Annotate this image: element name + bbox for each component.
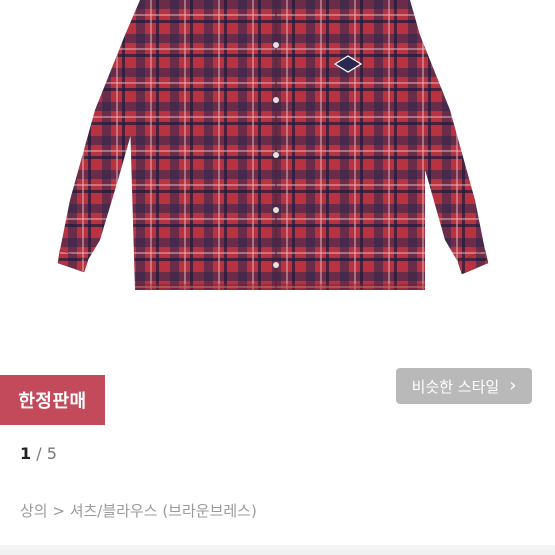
bottom-divider <box>0 545 555 555</box>
similar-style-button[interactable]: 비슷한 스타일 › <box>396 368 532 404</box>
limited-sale-label: 한정판매 <box>18 391 87 412</box>
image-pager: 1 / 5 <box>20 444 57 463</box>
product-image <box>0 0 555 300</box>
chevron-right-icon: › <box>509 375 517 396</box>
category-breadcrumb[interactable]: 상의 > 셔츠/블라우스 (브라운브레스) <box>20 500 257 521</box>
similar-style-label: 비슷한 스타일 <box>411 377 500 396</box>
limited-sale-badge: 한정판매 <box>0 375 105 425</box>
breadcrumb-text: 상의 > 셔츠/블라우스 (브라운브레스) <box>20 502 257 520</box>
pager-separator: / <box>36 444 42 463</box>
pager-current: 1 <box>20 444 32 463</box>
pager-total: 5 <box>46 444 57 463</box>
